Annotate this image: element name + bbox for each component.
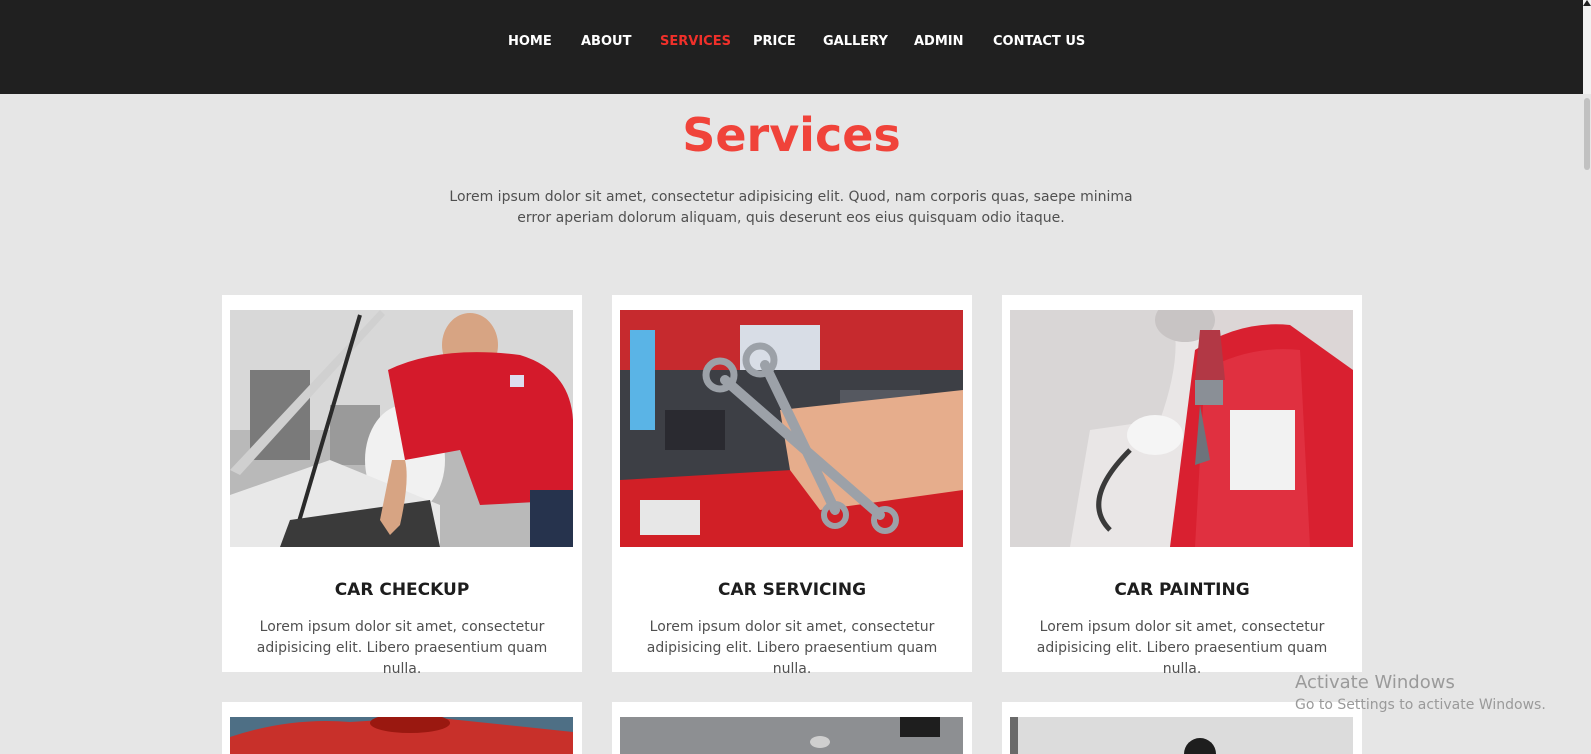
services-description: Lorem ipsum dolor sit amet, consectetur … [449, 189, 1133, 226]
nav-services-link[interactable]: SERVICES [660, 34, 731, 49]
card-text: Lorem ipsum dolor sit amet, consectetur … [1036, 619, 1328, 677]
nav-price-link[interactable]: PRICE [753, 34, 796, 49]
spray-painting-car-image [1010, 310, 1353, 547]
card-title: CAR CHECKUP [334, 580, 470, 600]
nav-contact-link[interactable]: CONTACT US [993, 34, 1085, 49]
detailing-image [620, 717, 963, 754]
services-title: Services [682, 108, 901, 162]
nav-home-link[interactable]: HOME [508, 34, 552, 49]
activate-windows-title: Activate Windows [1295, 672, 1455, 693]
service-card-row2-1 [222, 702, 582, 754]
scrollbar-track-top [1583, 0, 1591, 94]
nav-admin-link[interactable]: ADMIN [914, 34, 964, 49]
service-card-car-servicing: CAR SERVICING Lorem ipsum dolor sit amet… [612, 295, 972, 677]
nav-gallery-link[interactable]: GALLERY [823, 34, 888, 49]
service-card-car-painting: CAR PAINTING Lorem ipsum dolor sit amet,… [1002, 295, 1362, 677]
interior-cleaning-image [1010, 717, 1353, 754]
scroll-up-arrow-icon[interactable] [1583, 0, 1591, 6]
card-title: CAR SERVICING [717, 580, 867, 600]
page-scrollbar[interactable] [1583, 0, 1591, 754]
mechanic-checking-engine-image [230, 310, 573, 547]
activate-windows-subtitle: Go to Settings to activate Windows. [1295, 697, 1546, 713]
scrollbar-thumb[interactable] [1584, 98, 1590, 170]
card-text: Lorem ipsum dolor sit amet, consectetur … [256, 619, 548, 677]
card-title: CAR PAINTING [1114, 580, 1250, 600]
hand-holding-wrenches-image [620, 310, 963, 547]
top-navbar: HOME ABOUT SERVICES PRICE GALLERY ADMIN … [0, 0, 1583, 94]
car-washing-image [230, 717, 573, 754]
card-text: Lorem ipsum dolor sit amet, consectetur … [646, 619, 938, 677]
nav-about-link[interactable]: ABOUT [581, 34, 631, 49]
service-card-car-checkup: CAR CHECKUP Lorem ipsum dolor sit amet, … [222, 295, 582, 677]
service-card-row2-2 [612, 702, 972, 754]
